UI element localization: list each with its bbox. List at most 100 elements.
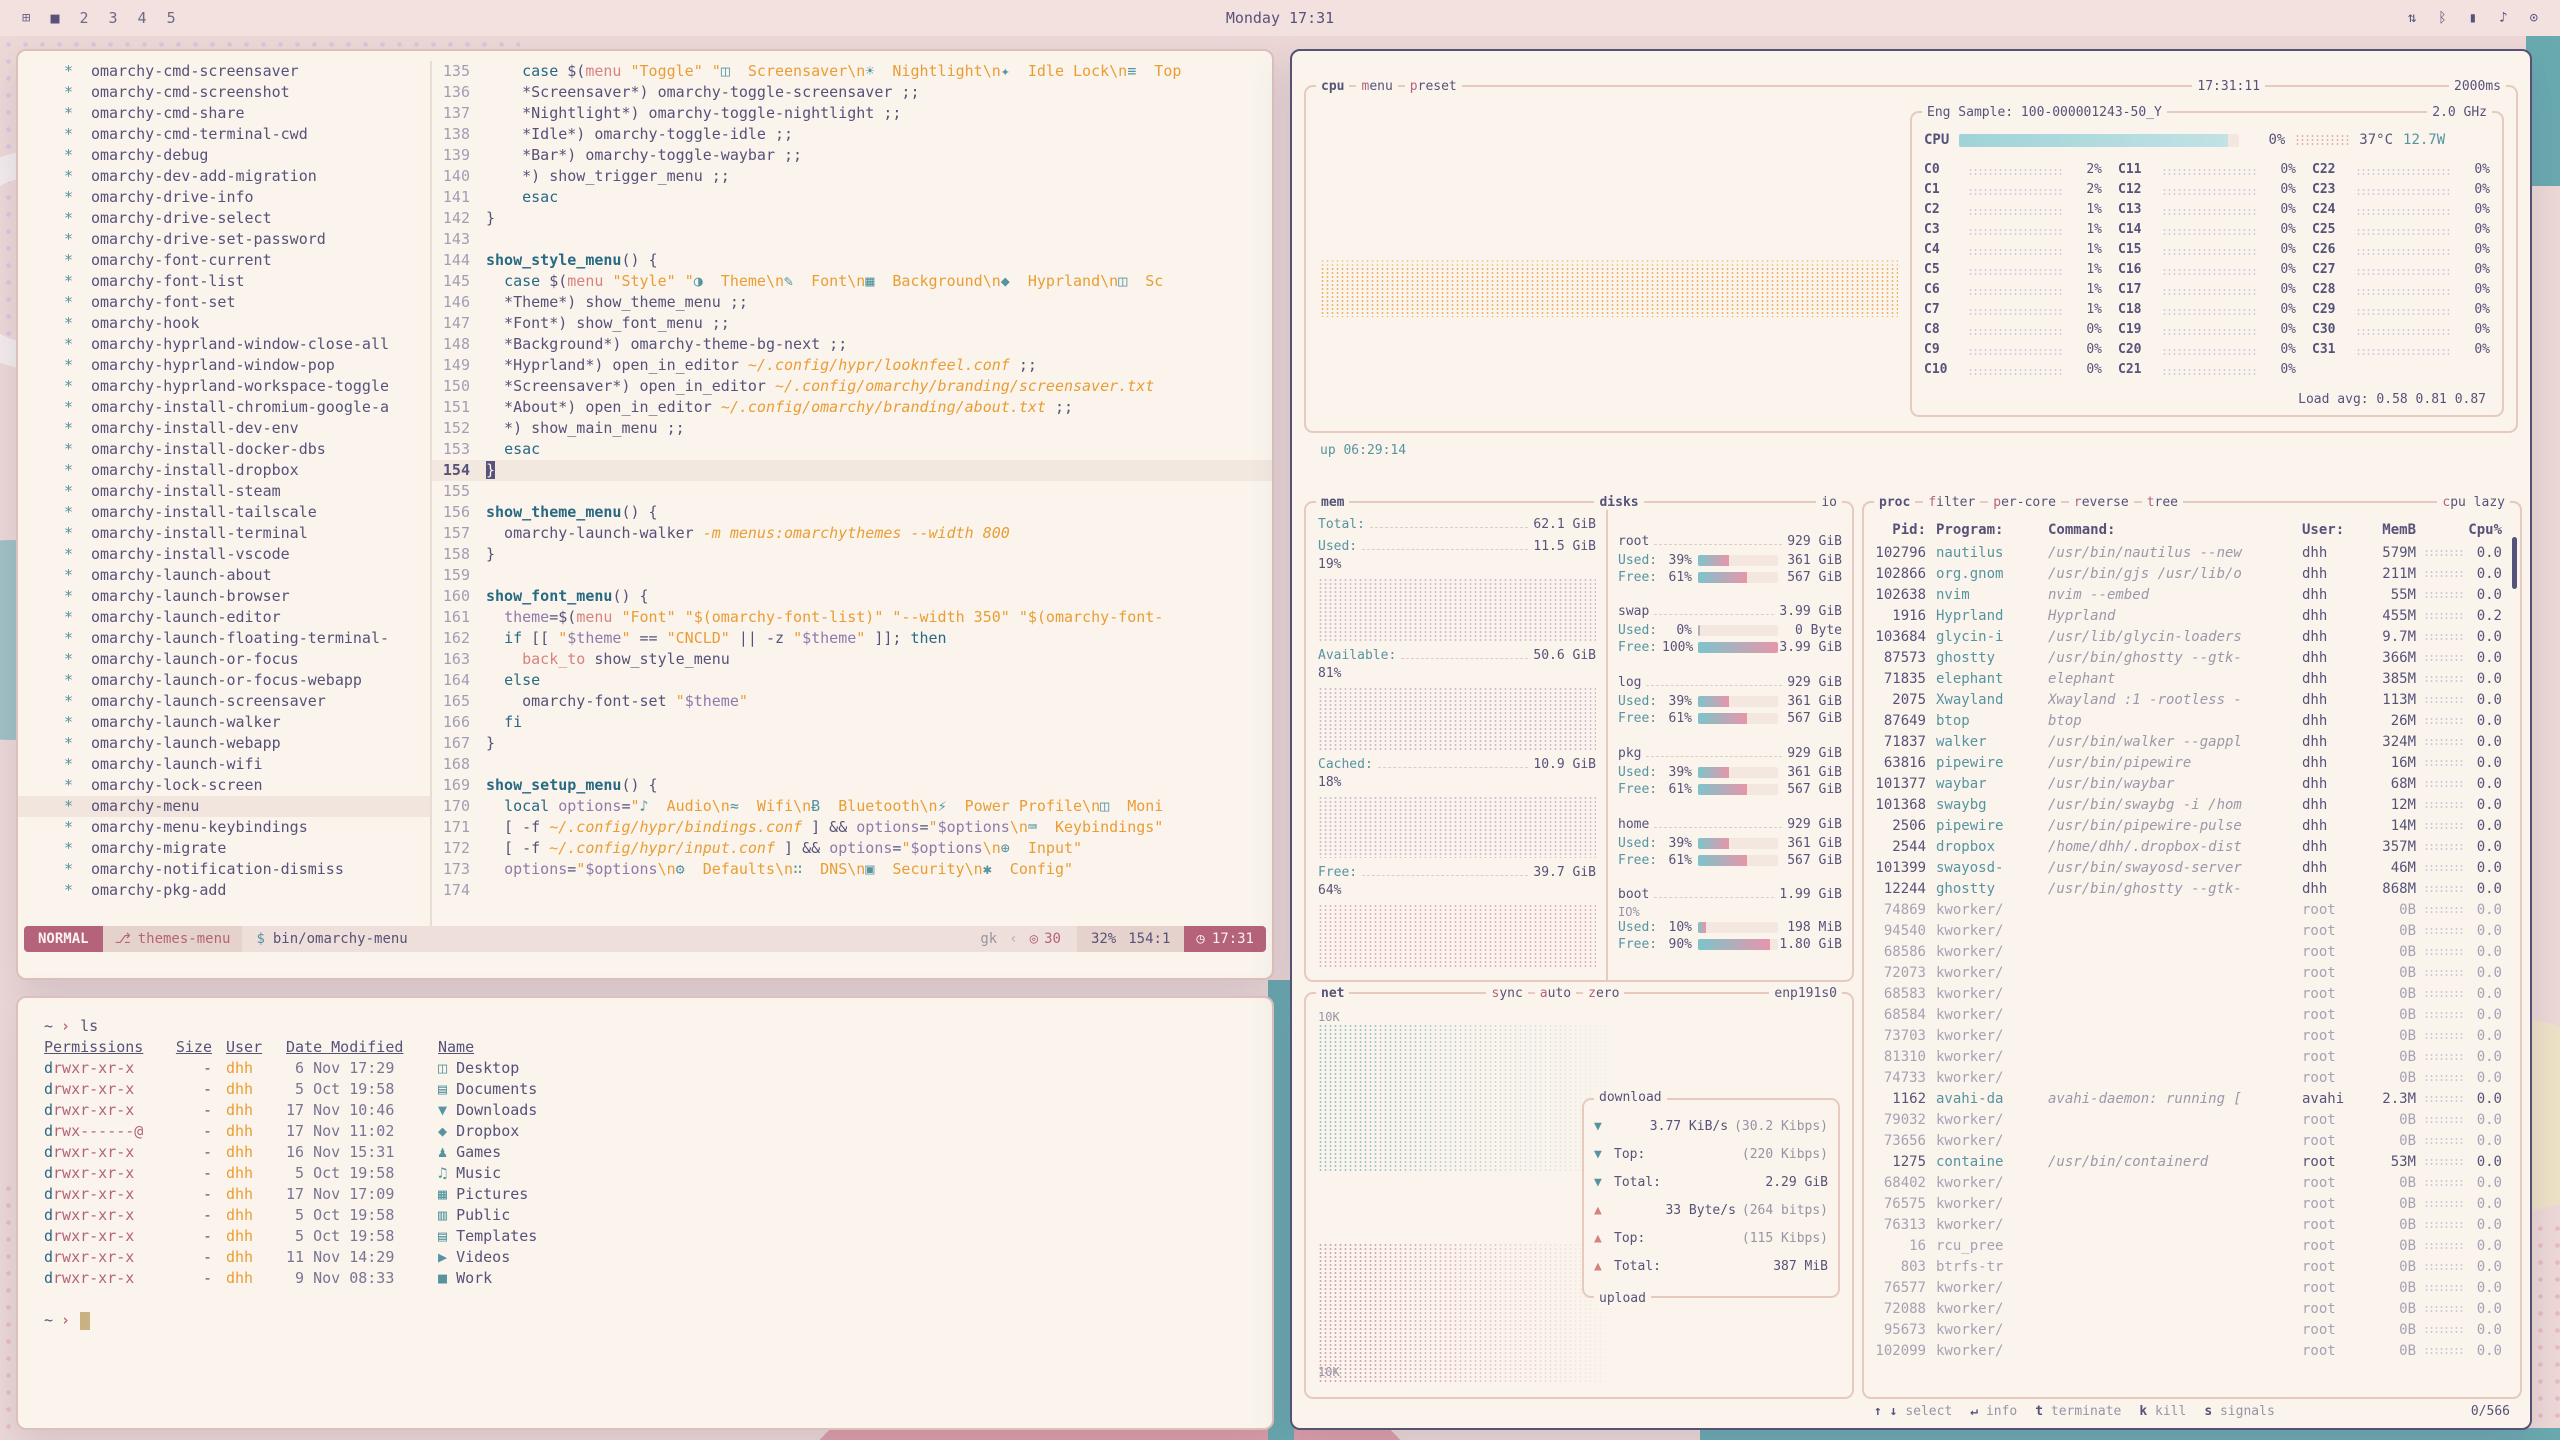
code-line[interactable]: 138 *Idle*) omarchy-toggle-idle ;;	[432, 124, 1272, 145]
code-line[interactable]: 135 case $(menu "Toggle" "◫ Screensaver\…	[432, 61, 1272, 82]
io-toggle-button[interactable]: io	[1816, 495, 1842, 510]
tab-reverse[interactable]: reverse	[2069, 495, 2134, 510]
code-line[interactable]: 161 theme=$(menu "Font" "$(omarchy-font-…	[432, 607, 1272, 628]
file-item[interactable]: *omarchy-lock-screen	[18, 775, 430, 796]
process-row[interactable]: 95673kworker/root0B0.0	[1872, 1320, 2512, 1341]
file-item[interactable]: *omarchy-hyprland-window-pop	[18, 355, 430, 376]
button-auto[interactable]: auto	[1535, 986, 1576, 1001]
process-row[interactable]: 1916HyprlandHyprlanddhh455M0.2	[1872, 606, 2512, 627]
hint-signals[interactable]: s signals	[2204, 1404, 2274, 1419]
process-row[interactable]: 81310kworker/root0B0.0	[1872, 1047, 2512, 1068]
code-line[interactable]: 145 case $(menu "Style" "◑ Theme\n✎ Font…	[432, 271, 1272, 292]
process-row[interactable]: 101368swaybg/usr/bin/swaybg -i /homdhh12…	[1872, 795, 2512, 816]
process-row[interactable]: 76575kworker/root0B0.0	[1872, 1194, 2512, 1215]
code-line[interactable]: 155	[432, 481, 1272, 502]
process-row[interactable]: 1162avahi-daavahi-daemon: running [avahi…	[1872, 1089, 2512, 1110]
file-item[interactable]: *omarchy-hyprland-workspace-toggle	[18, 376, 430, 397]
process-row[interactable]: 63816pipewire/usr/bin/pipewiredhh16M0.0	[1872, 753, 2512, 774]
code-line[interactable]: 136 *Screensaver*) omarchy-toggle-screen…	[432, 82, 1272, 103]
process-row[interactable]: 16rcu_preeroot0B0.0	[1872, 1236, 2512, 1257]
code-line[interactable]: 170 local options="♪ Audio\n≈ Wifi\nɃ Bl…	[432, 796, 1272, 817]
code-line[interactable]: 172 [ -f ~/.config/hypr/input.conf ] && …	[432, 838, 1272, 859]
file-item[interactable]: *omarchy-debug	[18, 145, 430, 166]
code-line[interactable]: 148 *Background*) omarchy-theme-bg-next …	[432, 334, 1272, 355]
workspace-4[interactable]: 4	[138, 9, 147, 27]
process-row[interactable]: 68583kworker/root0B0.0	[1872, 984, 2512, 1005]
file-item[interactable]: *omarchy-drive-set-password	[18, 229, 430, 250]
code-line[interactable]: 174	[432, 880, 1272, 901]
bluetooth-icon[interactable]: ᛒ	[2438, 10, 2446, 26]
file-list[interactable]: *omarchy-cmd-screensaver*omarchy-cmd-scr…	[18, 61, 430, 926]
file-item[interactable]: *omarchy-install-docker-dbs	[18, 439, 430, 460]
process-row[interactable]: 2506pipewire/usr/bin/pipewire-pulsedhh14…	[1872, 816, 2512, 837]
hint-info[interactable]: ↵ info	[1970, 1404, 2017, 1419]
process-row[interactable]: 72088kworker/root0B0.0	[1872, 1299, 2512, 1320]
code-line[interactable]: 146 *Theme*) show_theme_menu ;;	[432, 292, 1272, 313]
code-line[interactable]: 153 esac	[432, 439, 1272, 460]
file-item[interactable]: *omarchy-launch-webapp	[18, 733, 430, 754]
process-row[interactable]: 94540kworker/root0B0.0	[1872, 921, 2512, 942]
workspace-5[interactable]: 5	[167, 9, 176, 27]
file-item[interactable]: *omarchy-launch-or-focus-webapp	[18, 670, 430, 691]
code-line[interactable]: 167}	[432, 733, 1272, 754]
process-row[interactable]: 68584kworker/root0B0.0	[1872, 1005, 2512, 1026]
process-row[interactable]: 72073kworker/root0B0.0	[1872, 963, 2512, 984]
tab-per-core[interactable]: per-core	[1988, 495, 2061, 510]
code-line[interactable]: 163 back_to show_style_menu	[432, 649, 1272, 670]
code-line[interactable]: 160show_font_menu() {	[432, 586, 1272, 607]
file-item[interactable]: *omarchy-launch-floating-terminal-	[18, 628, 430, 649]
hint-select[interactable]: ↑ ↓ select	[1874, 1404, 1952, 1419]
file-item[interactable]: *omarchy-launch-walker	[18, 712, 430, 733]
file-item[interactable]: *omarchy-dev-add-migration	[18, 166, 430, 187]
code-line[interactable]: 140 *) show_trigger_menu ;;	[432, 166, 1272, 187]
process-row[interactable]: 68402kworker/root0B0.0	[1872, 1173, 2512, 1194]
file-item[interactable]: *omarchy-font-current	[18, 250, 430, 271]
process-row[interactable]: 87649btopbtopdhh26M0.0	[1872, 711, 2512, 732]
file-item[interactable]: *omarchy-launch-wifi	[18, 754, 430, 775]
file-item[interactable]: *omarchy-notification-dismiss	[18, 859, 430, 880]
button-sync[interactable]: sync	[1486, 986, 1527, 1001]
button-preset[interactable]: preset	[1405, 79, 1462, 94]
workspace-2[interactable]: 2	[79, 9, 88, 27]
code-line[interactable]: 149 *Hyprland*) open_in_editor ~/.config…	[432, 355, 1272, 376]
file-item[interactable]: *omarchy-install-tailscale	[18, 502, 430, 523]
file-item[interactable]: *omarchy-cmd-screensaver	[18, 61, 430, 82]
process-row[interactable]: 79032kworker/root0B0.0	[1872, 1110, 2512, 1131]
file-item[interactable]: *omarchy-migrate	[18, 838, 430, 859]
process-row[interactable]: 74733kworker/root0B0.0	[1872, 1068, 2512, 1089]
file-item[interactable]: *omarchy-install-terminal	[18, 523, 430, 544]
process-row[interactable]: 103684glycin-i/usr/lib/glycin-loadersdhh…	[1872, 627, 2512, 648]
code-line[interactable]: 154}	[432, 460, 1272, 481]
code-line[interactable]: 159	[432, 565, 1272, 586]
file-item[interactable]: *omarchy-hyprland-window-close-all	[18, 334, 430, 355]
power-icon[interactable]: ⊙	[2530, 10, 2538, 26]
file-item[interactable]: *omarchy-install-steam	[18, 481, 430, 502]
file-item[interactable]: *omarchy-menu-keybindings	[18, 817, 430, 838]
file-item[interactable]: *omarchy-launch-screensaver	[18, 691, 430, 712]
tab-tree[interactable]: tree	[2142, 495, 2183, 510]
code-line[interactable]: 165 omarchy-font-set "$theme"	[432, 691, 1272, 712]
battery-icon[interactable]: ▮	[2469, 10, 2477, 26]
process-row[interactable]: 102866org.gnom/usr/bin/gjs /usr/lib/odhh…	[1872, 564, 2512, 585]
hint-terminate[interactable]: t terminate	[2035, 1404, 2121, 1419]
command-line[interactable]	[18, 952, 1272, 978]
file-item[interactable]: *omarchy-launch-about	[18, 565, 430, 586]
prompt-row-empty[interactable]: ~ ›	[44, 1310, 1246, 1331]
process-row[interactable]: 73656kworker/root0B0.0	[1872, 1131, 2512, 1152]
code-line[interactable]: 143	[432, 229, 1272, 250]
proc-header[interactable]: Pid:Program:Command:User:MemBCpu%	[1872, 519, 2512, 543]
code-line[interactable]: 158}	[432, 544, 1272, 565]
file-item[interactable]: *omarchy-cmd-share	[18, 103, 430, 124]
code-line[interactable]: 157 omarchy-launch-walker -m menus:omarc…	[432, 523, 1272, 544]
process-row[interactable]: 1275containe/usr/bin/containerdroot53M0.…	[1872, 1152, 2512, 1173]
code-line[interactable]: 152 *) show_main_menu ;;	[432, 418, 1272, 439]
volume-icon[interactable]: ♪	[2499, 10, 2507, 26]
hint-kill[interactable]: k kill	[2139, 1404, 2186, 1419]
terminal-window[interactable]: ~ › ls PermissionsSizeUserDate ModifiedN…	[16, 996, 1274, 1430]
process-row[interactable]: 2544dropbox/home/dhh/.dropbox-distdhh357…	[1872, 837, 2512, 858]
process-row[interactable]: 76577kworker/root0B0.0	[1872, 1278, 2512, 1299]
tab-proc[interactable]: proc	[1874, 495, 1915, 510]
file-item[interactable]: *omarchy-launch-or-focus	[18, 649, 430, 670]
button-menu[interactable]: menu	[1356, 79, 1397, 94]
code-line[interactable]: 142}	[432, 208, 1272, 229]
